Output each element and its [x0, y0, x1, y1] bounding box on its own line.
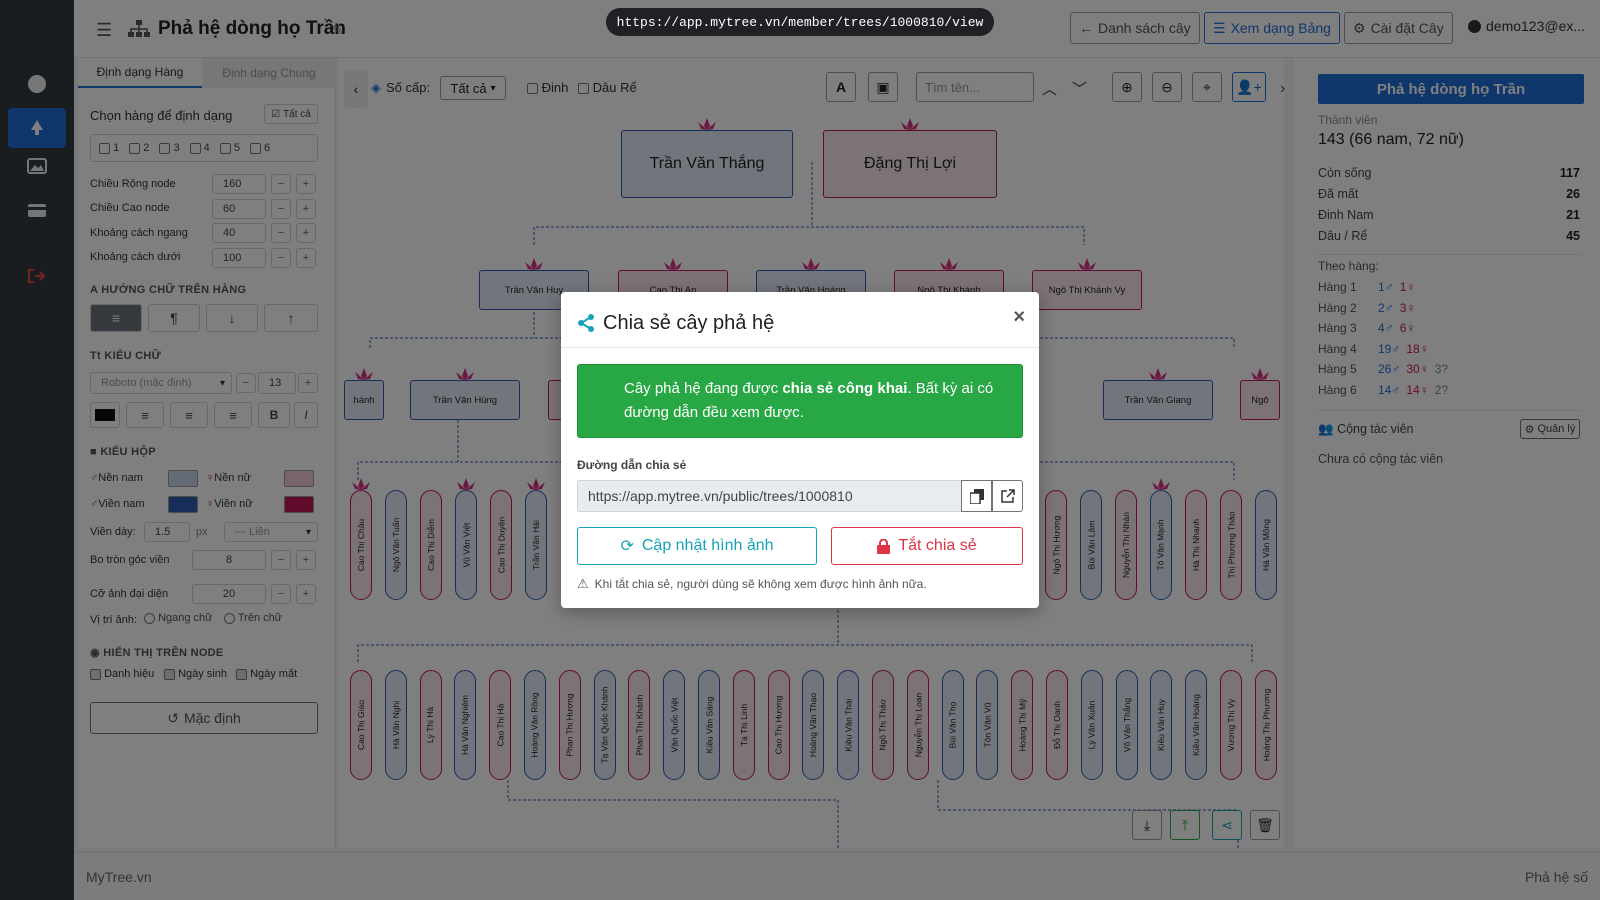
share-warning-note: ⚠ Khi tắt chia sẻ, người dùng sẽ không x… [577, 576, 927, 592]
refresh-icon: ⟳ [620, 538, 634, 555]
modal-title: Chia sẻ cây phả hệ [603, 312, 775, 334]
disable-share-button[interactable]: Tắt chia sẻ [831, 527, 1023, 565]
close-icon[interactable]: × [1013, 306, 1025, 329]
alert-text-bold: chia sẻ công khai [782, 380, 908, 397]
share-modal: Chia sẻ cây phả hệ × Cây phả hệ đang đượ… [561, 292, 1039, 608]
alert-text-pre: Cây phả hệ đang được [624, 380, 783, 397]
update-image-button[interactable]: ⟳ Cập nhật hình ảnh [577, 527, 817, 565]
update-image-label: Cập nhật hình ảnh [641, 537, 774, 554]
warning-icon: ⚠ [577, 576, 589, 591]
copy-icon [969, 488, 984, 504]
lock-icon [877, 538, 891, 554]
app-root: ☰ Phả hệ dòng họ Trần ✎ ← Danh sách cây … [0, 0, 1600, 900]
url-bar[interactable]: https://app.mytree.vn/member/trees/10008… [606, 8, 994, 36]
share-warning-text: Khi tắt chia sẻ, người dùng sẽ không xem… [594, 577, 927, 591]
share-link-value: https://app.mytree.vn/public/trees/10008… [588, 488, 853, 504]
share-link-label: Đường dẫn chia sẻ [577, 458, 687, 472]
share-link-field[interactable]: https://app.mytree.vn/public/trees/10008… [577, 480, 961, 512]
disable-share-label: Tắt chia sẻ [898, 537, 977, 554]
copy-link-button[interactable] [961, 480, 992, 512]
modal-divider [561, 347, 1039, 348]
share-status-alert: Cây phả hệ đang được chia sẻ công khai. … [577, 364, 1023, 438]
open-link-button[interactable] [992, 480, 1023, 512]
share-icon [578, 314, 594, 332]
external-link-icon [1000, 489, 1015, 503]
url-text: https://app.mytree.vn/member/trees/10008… [616, 14, 984, 30]
